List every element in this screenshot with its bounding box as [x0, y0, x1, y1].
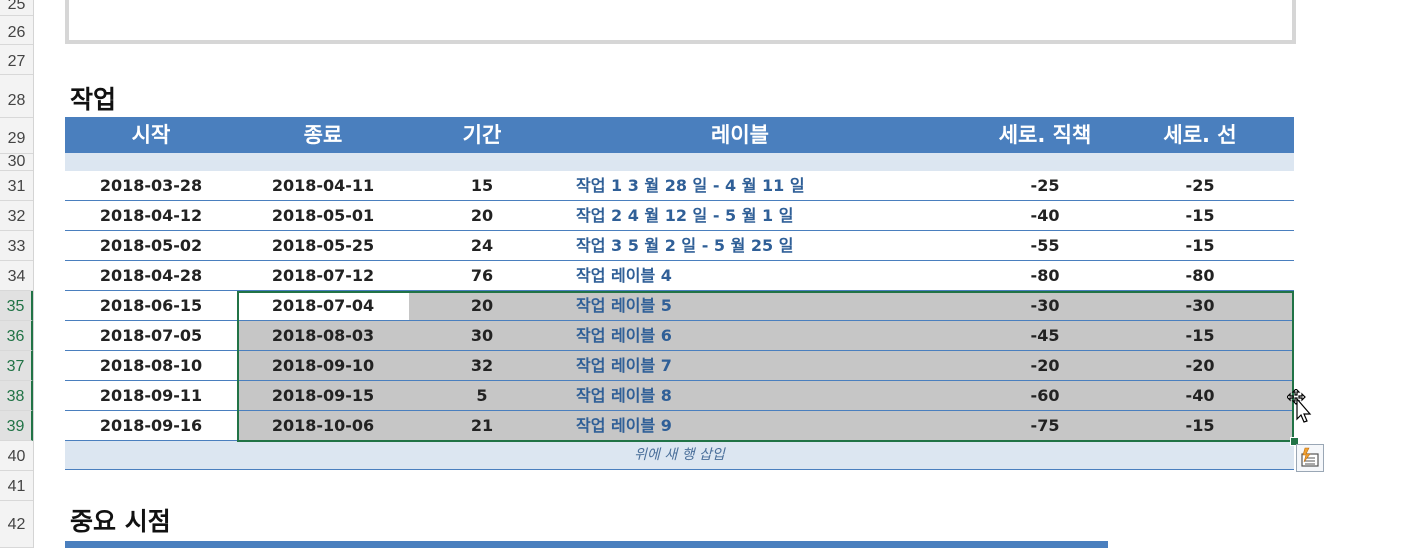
cell-selection-range[interactable] — [237, 291, 1294, 442]
insert-row-text: 위에 새 행 삽입 — [634, 447, 725, 463]
start-cell[interactable]: 2018-07-05 — [65, 321, 237, 350]
start-cell[interactable]: 2018-05-02 — [65, 231, 237, 260]
row-number[interactable]: 33 — [0, 231, 33, 261]
header-band — [65, 153, 1294, 172]
duration-cell[interactable]: 24 — [409, 231, 555, 260]
chart-frame-bottom[interactable] — [65, 0, 1296, 44]
move-cursor-icon — [1286, 388, 1313, 429]
row-number[interactable]: 25 — [0, 0, 33, 16]
vertical-line-cell[interactable]: -80 — [1115, 261, 1285, 290]
duration-cell[interactable]: 76 — [409, 261, 555, 290]
milestones-table-header — [65, 541, 1108, 548]
row-number[interactable]: 34 — [0, 261, 33, 291]
quick-analysis-icon[interactable] — [1296, 444, 1324, 472]
row-number[interactable]: 42 — [0, 501, 33, 548]
vertical-line-cell[interactable]: -15 — [1115, 231, 1285, 260]
column-header-vertical-line[interactable]: 세로. 선 — [1115, 117, 1285, 153]
start-cell[interactable]: 2018-04-28 — [65, 261, 237, 290]
row-number[interactable]: 27 — [0, 45, 33, 75]
milestones-section-title: 중요 시점 — [70, 507, 171, 536]
insert-row-placeholder[interactable]: 위에 새 행 삽입 — [65, 441, 1294, 470]
start-cell[interactable]: 2018-06-15 — [65, 291, 237, 320]
row-number[interactable]: 31 — [0, 171, 33, 201]
vertical-line-cell[interactable]: -15 — [1115, 201, 1285, 230]
row-number[interactable]: 30 — [0, 154, 33, 171]
duration-cell[interactable]: 15 — [409, 171, 555, 200]
start-cell[interactable]: 2018-03-28 — [65, 171, 237, 200]
row-number[interactable]: 38 — [0, 381, 33, 411]
column-header-duration[interactable]: 기간 — [409, 117, 555, 153]
duration-cell[interactable]: 20 — [409, 201, 555, 230]
column-header-end[interactable]: 종료 — [237, 117, 409, 153]
tasks-section-title: 작업 — [70, 85, 117, 114]
table-row[interactable]: 2018-04-12 2018-05-01 20 작업 2 4 월 12 일 - 5 … — [65, 201, 1294, 231]
table-row[interactable]: 2018-04-28 2018-07-12 76 작업 레이블 4 -80 -80 — [65, 261, 1294, 291]
end-cell[interactable]: 2018-05-01 — [237, 201, 409, 230]
start-cell[interactable]: 2018-09-16 — [65, 411, 237, 440]
row-number[interactable]: 32 — [0, 201, 33, 231]
row-number[interactable]: 40 — [0, 441, 33, 471]
row-header-column: 25 26 27 28 29 30 31 32 33 34 35 36 37 3… — [0, 0, 34, 548]
table-header-row: 시작 종료 기간 레이블 세로. 직책 세로. 선 — [65, 117, 1294, 153]
table-row[interactable]: 2018-05-02 2018-05-25 24 작업 3 5 월 2 일 - 5 월… — [65, 231, 1294, 261]
column-header-start[interactable]: 시작 — [65, 117, 237, 153]
row-number[interactable]: 29 — [0, 118, 33, 154]
end-cell[interactable]: 2018-04-11 — [237, 171, 409, 200]
row-number[interactable]: 37 — [0, 351, 33, 381]
row-number[interactable]: 35 — [0, 291, 33, 321]
label-cell[interactable]: 작업 3 5 월 2 일 - 5 월 25 일 — [568, 231, 925, 260]
label-cell[interactable]: 작업 2 4 월 12 일 - 5 월 1 일 — [568, 201, 925, 230]
end-cell[interactable]: 2018-05-25 — [237, 231, 409, 260]
start-cell[interactable]: 2018-04-12 — [65, 201, 237, 230]
vertical-line-cell[interactable]: -25 — [1115, 171, 1285, 200]
row-number[interactable]: 41 — [0, 471, 33, 501]
column-header-label[interactable]: 레이블 — [555, 117, 925, 153]
row-number[interactable]: 39 — [0, 411, 33, 441]
row-number[interactable]: 36 — [0, 321, 33, 351]
start-cell[interactable]: 2018-09-11 — [65, 381, 237, 410]
start-cell[interactable]: 2018-08-10 — [65, 351, 237, 380]
label-cell[interactable]: 작업 1 3 월 28 일 - 4 월 11 일 — [568, 171, 925, 200]
end-cell[interactable]: 2018-07-12 — [237, 261, 409, 290]
row-number[interactable]: 28 — [0, 75, 33, 118]
table-row[interactable]: 2018-03-28 2018-04-11 15 작업 1 3 월 28 일 - 4 … — [65, 171, 1294, 201]
row-number[interactable]: 26 — [0, 16, 33, 45]
label-cell[interactable]: 작업 레이블 4 — [568, 261, 925, 290]
